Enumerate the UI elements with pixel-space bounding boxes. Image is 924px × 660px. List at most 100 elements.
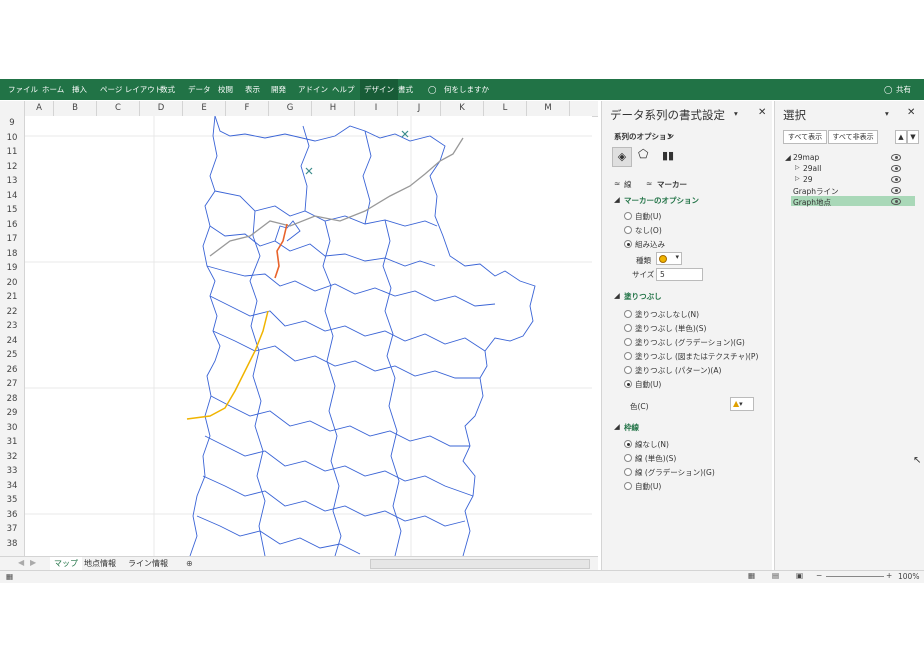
macro-record-icon[interactable]: ▦	[6, 572, 13, 581]
column-header[interactable]: G	[269, 101, 312, 116]
scroll-right-icon[interactable]: ▶	[30, 558, 36, 567]
marker-subtab-icon[interactable]: ≈	[646, 179, 652, 188]
radio-border-auto[interactable]	[624, 482, 632, 490]
fill-line-icon[interactable]: ◈	[612, 147, 632, 167]
normal-view-icon[interactable]: ▦	[748, 571, 755, 580]
tab-page-layout[interactable]: ページ レイアウト	[100, 79, 162, 100]
column-header[interactable]: F	[226, 101, 269, 116]
row-header[interactable]: 24	[0, 334, 24, 348]
tab-view[interactable]: 表示	[245, 79, 260, 100]
collapse-icon[interactable]: ▷	[795, 175, 800, 182]
sheet-tab-points[interactable]: 地点情報	[84, 557, 116, 570]
collapse-icon[interactable]: ◢	[614, 291, 620, 300]
tab-data[interactable]: データ	[188, 79, 211, 100]
zoom-slider[interactable]	[826, 576, 884, 577]
selection-item[interactable]: 29	[803, 175, 813, 184]
radio-marker-auto[interactable]	[624, 212, 632, 220]
worksheet-grid[interactable]	[25, 116, 592, 556]
row-header[interactable]: 26	[0, 363, 24, 377]
row-header[interactable]: 22	[0, 305, 24, 319]
row-header[interactable]: 20	[0, 276, 24, 290]
row-header[interactable]: 23	[0, 319, 24, 333]
zoom-out-icon[interactable]: −	[816, 571, 822, 580]
radio-border-gradient[interactable]	[624, 468, 632, 476]
row-header[interactable]: 38	[0, 537, 24, 551]
row-header[interactable]: 25	[0, 348, 24, 362]
column-header[interactable]: M	[527, 101, 570, 116]
radio-fill-picture[interactable]	[624, 352, 632, 360]
add-sheet-icon[interactable]: ⊕	[186, 557, 193, 570]
selection-item-selected[interactable]: Graph地点	[793, 197, 831, 208]
column-header[interactable]: K	[441, 101, 484, 116]
column-header[interactable]: E	[183, 101, 226, 116]
eye-icon[interactable]	[891, 154, 901, 161]
series-options-icon[interactable]: ▮▮	[662, 149, 674, 162]
eye-icon[interactable]	[891, 165, 901, 172]
selection-item[interactable]: 29map	[793, 153, 819, 162]
collapse-icon[interactable]: ◢	[614, 195, 620, 204]
row-header[interactable]: 29	[0, 406, 24, 420]
row-header[interactable]: 21	[0, 290, 24, 304]
fill-color-picker[interactable]: ▲▾	[730, 397, 754, 411]
row-header[interactable]: 32	[0, 450, 24, 464]
row-header[interactable]: 18	[0, 247, 24, 261]
sheet-tab-lines[interactable]: ライン情報	[128, 557, 168, 570]
close-icon[interactable]: ✕	[907, 107, 915, 118]
row-header[interactable]: 12	[0, 160, 24, 174]
row-header[interactable]: 34	[0, 479, 24, 493]
radio-border-solid[interactable]	[624, 454, 632, 462]
marker-size-input[interactable]: 5	[656, 268, 703, 281]
tab-marker[interactable]: マーカー	[657, 179, 687, 190]
chart-handle-icon[interactable]	[305, 130, 409, 175]
radio-fill-gradient[interactable]	[624, 338, 632, 346]
line-subtab-icon[interactable]: ≈	[614, 179, 620, 188]
collapse-icon[interactable]: ▷	[795, 164, 800, 171]
tab-line[interactable]: 線	[624, 179, 632, 190]
radio-fill-auto[interactable]	[624, 380, 632, 388]
selection-item[interactable]: 29all	[803, 164, 821, 173]
collapse-icon[interactable]: ◢	[614, 422, 620, 431]
column-header[interactable]: C	[97, 101, 140, 116]
scroll-left-icon[interactable]: ◀	[18, 558, 24, 567]
dropdown-icon[interactable]: ▾	[734, 109, 738, 118]
column-header[interactable]: L	[484, 101, 527, 116]
tab-format[interactable]: 書式	[398, 79, 413, 100]
dropdown-icon[interactable]: ▾	[885, 109, 889, 118]
marker-options-header[interactable]: マーカーのオプション	[624, 195, 699, 206]
tab-file[interactable]: ファイル	[8, 79, 38, 100]
effects-icon[interactable]: ⬠	[638, 147, 648, 161]
row-header[interactable]: 10	[0, 131, 24, 145]
fill-header[interactable]: 塗りつぶし	[624, 291, 662, 302]
zoom-in-icon[interactable]: +	[886, 571, 892, 580]
row-header[interactable]: 27	[0, 377, 24, 391]
share-button[interactable]: 共有	[896, 79, 911, 100]
row-header[interactable]: 13	[0, 174, 24, 188]
row-header[interactable]: 31	[0, 435, 24, 449]
send-backward-icon[interactable]: ▼	[907, 130, 919, 144]
eye-icon[interactable]	[891, 198, 901, 205]
select-all-corner[interactable]	[0, 101, 25, 116]
column-header[interactable]: H	[312, 101, 355, 116]
column-header[interactable]: J	[398, 101, 441, 116]
row-header[interactable]: 19	[0, 261, 24, 275]
radio-marker-none[interactable]	[624, 226, 632, 234]
zoom-level[interactable]: 100%	[898, 572, 919, 581]
marker-type-select[interactable]: ▾	[656, 252, 682, 265]
tab-home[interactable]: ホーム	[42, 79, 64, 100]
row-header[interactable]: 16	[0, 218, 24, 232]
row-header[interactable]: 17	[0, 232, 24, 246]
tab-addins[interactable]: アドイン	[298, 79, 328, 100]
horizontal-scrollbar[interactable]	[370, 559, 590, 569]
eye-icon[interactable]	[891, 187, 901, 194]
column-header[interactable]: D	[140, 101, 183, 116]
row-header[interactable]: 15	[0, 203, 24, 217]
tell-me-search[interactable]: 何をしますか	[444, 79, 489, 100]
chevron-down-icon[interactable]: ▾	[668, 131, 672, 140]
row-header[interactable]: 37	[0, 522, 24, 536]
tab-insert[interactable]: 挿入	[72, 79, 87, 100]
row-header[interactable]: 35	[0, 493, 24, 507]
radio-border-none[interactable]	[624, 440, 632, 448]
show-all-button[interactable]: すべて表示	[783, 130, 827, 144]
page-layout-view-icon[interactable]: ▤	[772, 571, 779, 580]
radio-fill-solid[interactable]	[624, 324, 632, 332]
